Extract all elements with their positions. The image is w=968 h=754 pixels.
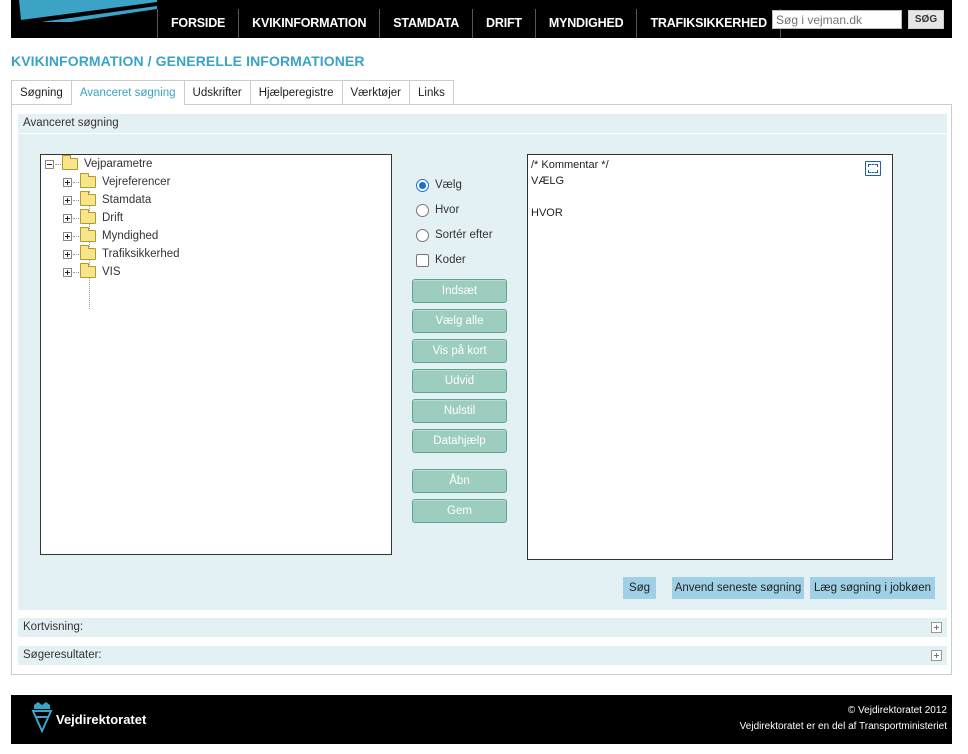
nav-myndighed[interactable]: MYNDIGHED	[534, 9, 638, 38]
expand-icon[interactable]	[63, 195, 72, 205]
tab-links[interactable]: Links	[409, 80, 454, 104]
radio-sorter-efter[interactable]: Sortér efter	[416, 227, 493, 243]
folder-icon	[80, 173, 96, 188]
advanced-search-heading: Avanceret søgning	[18, 114, 947, 133]
radio-vaelg[interactable]: Vælg	[416, 177, 462, 193]
tab-vaerktoejer[interactable]: Værktøjer	[341, 80, 410, 104]
nav-kvikinformation[interactable]: KVIKINFORMATION	[238, 9, 381, 38]
tree-item-stamdata[interactable]: Stamdata	[63, 191, 151, 209]
tree-item-label: VIS	[102, 266, 121, 278]
expand-results-icon[interactable]	[931, 650, 942, 661]
apply-last-search-button[interactable]: Anvend seneste søgning	[672, 577, 804, 599]
checkbox-icon[interactable]	[416, 253, 429, 267]
footer: Vejdirektoratet © Vejdirektoratet 2012 V…	[11, 695, 952, 744]
query-editor[interactable]: /* Kommentar */ VÆLG HVOR	[527, 154, 893, 560]
save-button[interactable]: Gem	[412, 499, 507, 523]
search-input[interactable]	[772, 10, 902, 29]
search-button[interactable]: SØG	[908, 10, 944, 29]
tree-item-label: Vejreferencer	[102, 176, 171, 188]
expand-icon[interactable]	[63, 231, 72, 241]
select-all-button[interactable]: Vælg alle	[412, 309, 507, 333]
tree-item-drift[interactable]: Drift	[63, 209, 123, 227]
radio-selected-icon[interactable]	[416, 178, 429, 192]
data-help-button[interactable]: Datahjælp	[412, 429, 507, 453]
editor-line: VÆLG	[531, 175, 565, 187]
radio-icon[interactable]	[416, 228, 429, 242]
crown-logo-icon	[31, 702, 53, 733]
tree-item-label: Drift	[102, 212, 124, 224]
folder-icon	[80, 263, 96, 278]
map-section-heading[interactable]: Kortvisning:	[18, 618, 947, 637]
logo-stripes-icon	[19, 0, 157, 22]
tab-avanceret-soegning[interactable]: Avanceret søgning	[70, 80, 185, 105]
tree-root-label: Vejparametre	[84, 158, 153, 170]
radio-icon[interactable]	[416, 203, 429, 217]
tree-item-vejreferencer[interactable]: Vejreferencer	[63, 173, 170, 191]
tree-item-label: Stamdata	[102, 194, 152, 206]
collapse-icon[interactable]	[45, 159, 54, 169]
nav-forside[interactable]: FORSIDE	[157, 9, 240, 38]
tree-item-myndighed[interactable]: Myndighed	[63, 227, 158, 245]
folder-icon	[80, 191, 96, 206]
tab-content: Avanceret søgning Vejparametre Vejrefere…	[11, 104, 952, 675]
folder-icon	[80, 245, 96, 260]
tab-bar: Søgning Avanceret søgning Udskrifter Hjæ…	[11, 80, 454, 105]
show-map-button[interactable]: Vis på kort	[412, 339, 507, 363]
radio-hvor[interactable]: Hvor	[416, 202, 459, 218]
expand-icon[interactable]	[63, 177, 72, 187]
nav-drift[interactable]: DRIFT	[472, 9, 536, 38]
expand-icon[interactable]	[63, 249, 72, 259]
tree-item-label: Trafiksikkerhed	[102, 248, 180, 260]
queue-search-button[interactable]: Læg søgning i jobkøen	[810, 577, 935, 599]
footer-subtitle: Vejdirektoratet er en del af Transportmi…	[739, 721, 947, 732]
open-button[interactable]: Åbn	[412, 469, 507, 493]
insert-button[interactable]: Indsæt	[412, 279, 507, 303]
tree-root[interactable]: Vejparametre	[45, 155, 152, 173]
folder-icon	[80, 209, 96, 224]
page-title: KVIKINFORMATION / GENERELLE INFORMATIONE…	[11, 53, 365, 69]
main-nav: FORSIDE KVIKINFORMATION STAMDATA DRIFT M…	[157, 9, 781, 38]
expand-icon[interactable]	[63, 213, 72, 223]
expand-icon[interactable]	[63, 267, 72, 277]
results-section-heading[interactable]: Søgeresultater:	[18, 646, 947, 665]
nav-trafiksikkerhed[interactable]: TRAFIKSIKKERHED	[636, 9, 781, 38]
footer-copyright: © Vejdirektoratet 2012	[847, 705, 947, 716]
footer-brand: Vejdirektoratet	[56, 712, 147, 727]
nav-stamdata[interactable]: STAMDATA	[379, 9, 474, 38]
advanced-search-panel: Vejparametre Vejreferencer Stamdata Drif…	[18, 134, 947, 610]
tab-udskrifter[interactable]: Udskrifter	[183, 80, 251, 104]
folder-icon	[80, 227, 96, 242]
tree-item-label: Myndighed	[102, 230, 159, 242]
expand-map-icon[interactable]	[931, 622, 942, 633]
checkbox-koder[interactable]: Koder	[416, 252, 466, 268]
tree-item-vis[interactable]: VIS	[63, 263, 121, 281]
search-submit-button[interactable]: Søg	[623, 577, 656, 599]
fullscreen-icon[interactable]	[865, 161, 881, 176]
open-folder-icon	[62, 155, 78, 170]
top-bar: FORSIDE KVIKINFORMATION STAMDATA DRIFT M…	[11, 0, 952, 38]
editor-line: /* Kommentar */	[531, 159, 609, 171]
reset-button[interactable]: Nulstil	[412, 399, 507, 423]
tab-hjaelperegistre[interactable]: Hjælperegistre	[249, 80, 343, 104]
parameter-tree: Vejparametre Vejreferencer Stamdata Drif…	[40, 154, 392, 555]
tab-soegning[interactable]: Søgning	[11, 80, 72, 104]
editor-line: HVOR	[531, 207, 563, 219]
tree-item-trafiksikkerhed[interactable]: Trafiksikkerhed	[63, 245, 180, 263]
expand-button[interactable]: Udvid	[412, 369, 507, 393]
